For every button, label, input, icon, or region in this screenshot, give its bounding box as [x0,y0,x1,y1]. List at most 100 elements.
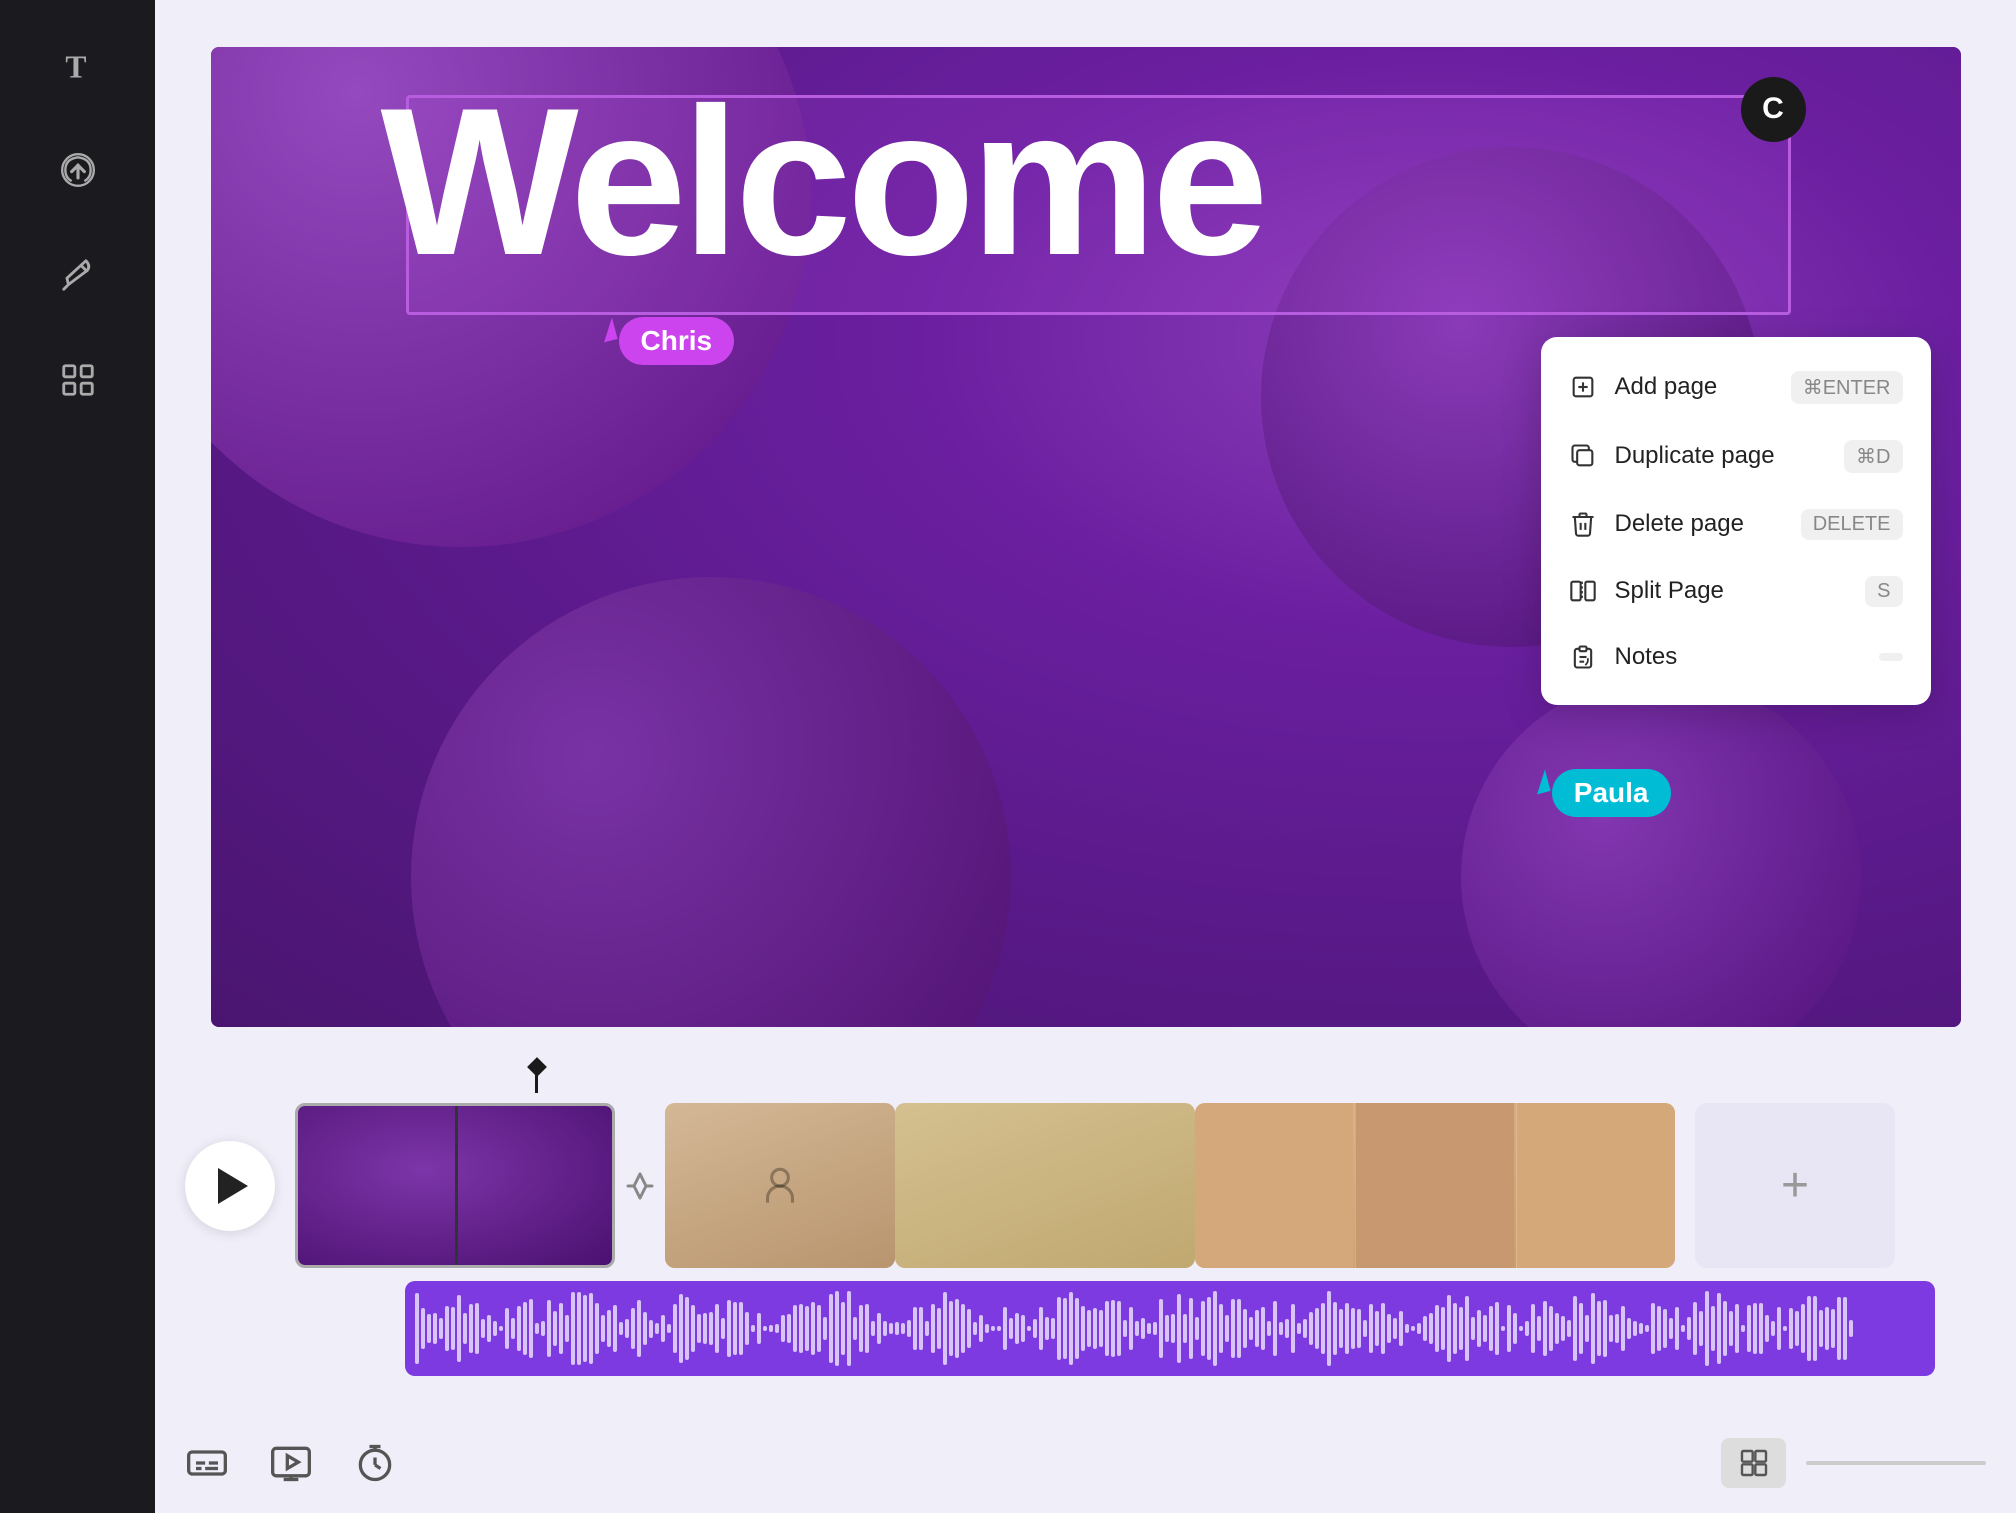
waveform [405,1281,1935,1376]
waveform-bar [1225,1315,1229,1341]
waveform-bar [1567,1320,1571,1336]
waveform-bar [1639,1323,1643,1335]
waveform-bar [1303,1319,1307,1339]
waveform-bar [751,1325,755,1333]
transition-icon [622,1168,658,1204]
waveform-bar [1321,1303,1325,1353]
waveform-bar [1465,1296,1469,1362]
audio-track[interactable] [405,1281,1935,1376]
waveform-bar [901,1323,905,1333]
waveform-bar [739,1302,743,1355]
play-button[interactable] [185,1141,275,1231]
waveform-bar [1429,1313,1433,1344]
waveform-bar [1693,1302,1697,1355]
waveform-bar [1459,1307,1463,1351]
notes-menu-item[interactable]: Notes [1541,625,1931,689]
split-page-label: Split Page [1615,577,1724,605]
waveform-bar [511,1318,515,1338]
waveform-bar [559,1303,563,1355]
waveform-bar [955,1299,959,1359]
waveform-bar [985,1324,989,1334]
waveform-bar [775,1324,779,1332]
waveform-bar [961,1304,965,1353]
waveform-bar [1387,1314,1391,1344]
split-page-menu-item[interactable]: Split Page S [1541,558,1931,625]
shape-ball-3 [411,577,1011,1027]
waveform-bar [1603,1300,1607,1357]
waveform-bar [1297,1323,1301,1335]
waveform-bar [1495,1302,1499,1356]
waveform-bar [577,1292,581,1364]
clip-4-section-1 [1195,1103,1353,1268]
waveform-bar [613,1305,617,1351]
waveform-bar [457,1295,461,1362]
waveform-bar [1705,1291,1709,1366]
waveform-bar [877,1313,881,1345]
clip-1[interactable] [295,1103,615,1268]
waveform-bar [1753,1303,1757,1355]
waveform-bar [1087,1310,1091,1347]
upload-icon[interactable] [53,145,103,195]
text-icon[interactable]: T [53,40,103,90]
timer-icon[interactable] [353,1441,397,1485]
waveform-bar [1579,1303,1583,1354]
waveform-bar [673,1304,677,1352]
pen-icon[interactable] [53,250,103,300]
waveform-bar [943,1292,947,1365]
waveform-bar [715,1304,719,1353]
waveform-bar [769,1325,773,1333]
delete-page-left: Delete page [1569,510,1744,538]
waveform-bar [1291,1304,1295,1353]
chris-cursor-arrow [598,317,617,342]
waveform-bar [1789,1308,1793,1349]
waveform-bar [1411,1326,1415,1331]
waveform-bar [451,1307,455,1350]
split-page-icon [1569,577,1597,605]
waveform-bar [691,1305,695,1353]
add-icon: + [1781,1158,1809,1213]
clip-4[interactable] [1195,1103,1675,1268]
welcome-text[interactable]: Welcome [381,77,1801,287]
waveform-bar [517,1306,521,1351]
waveform-bar [853,1317,857,1340]
clip-2[interactable] [665,1103,895,1268]
waveform-bar [1051,1318,1055,1340]
clips-container: + [295,1098,1986,1273]
add-clip-button[interactable]: + [1695,1103,1895,1268]
waveform-bar [799,1304,803,1354]
c-avatar: C [1741,77,1806,142]
waveform-bar [1069,1292,1073,1364]
waveform-bar [1045,1317,1049,1340]
clip-3[interactable] [895,1103,1195,1268]
add-page-menu-item[interactable]: Add page ⌘ENTER [1541,353,1931,422]
waveform-bar [637,1300,641,1357]
waveform-bar [1261,1307,1265,1350]
waveform-bar [1219,1304,1223,1353]
preview-icon[interactable] [269,1441,313,1485]
waveform-bar [1165,1315,1169,1342]
waveform-bar [1255,1310,1259,1348]
captions-icon[interactable] [185,1441,229,1485]
delete-page-menu-item[interactable]: Delete page DELETE [1541,491,1931,558]
video-canvas[interactable]: Welcome C Chris Paula [211,47,1961,1027]
waveform-bar [1039,1307,1043,1349]
waveform-bar [1777,1307,1781,1349]
clip-transition-1[interactable] [615,1103,665,1268]
play-triangle-icon [218,1168,248,1204]
waveform-bar [1027,1326,1031,1331]
waveform-bar [1747,1305,1751,1352]
waveform-bar [1741,1325,1745,1332]
waveform-bar [1135,1321,1139,1336]
add-page-icon [1569,373,1597,401]
waveform-bar [871,1321,875,1335]
waveform-bar [1555,1313,1559,1345]
duplicate-page-shortcut: ⌘D [1844,440,1902,473]
grid-toggle[interactable] [1721,1438,1786,1488]
waveform-bar [1195,1317,1199,1339]
waveform-bar [631,1308,635,1349]
duplicate-page-menu-item[interactable]: Duplicate page ⌘D [1541,422,1931,491]
notes-shortcut [1879,653,1903,661]
zoom-slider[interactable] [1806,1461,1986,1465]
grid-icon[interactable] [53,355,103,405]
waveform-bar [1093,1308,1097,1349]
